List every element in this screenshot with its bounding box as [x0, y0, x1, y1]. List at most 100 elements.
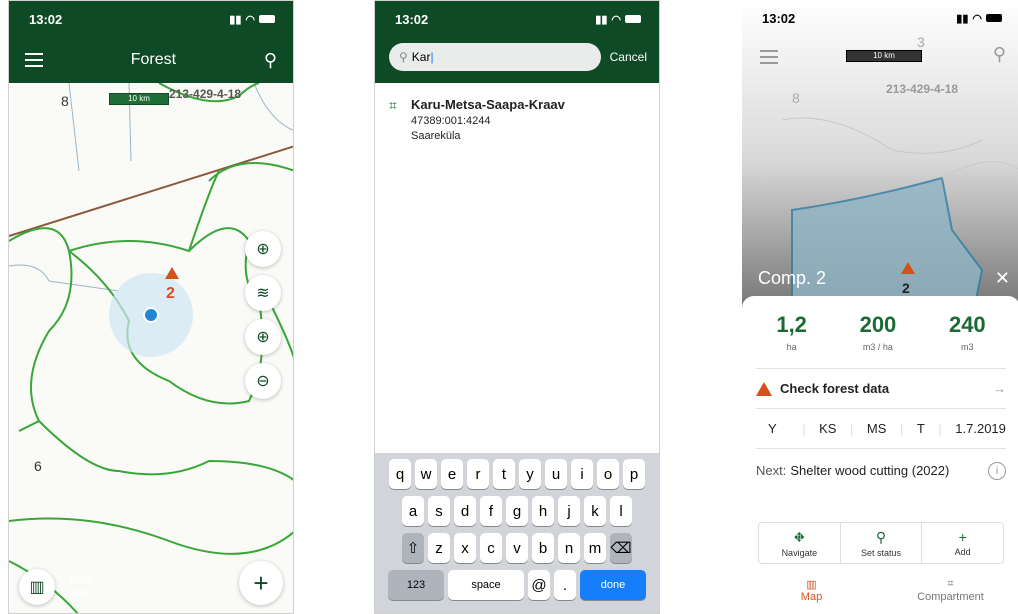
zoom-in-icon: ⊕	[256, 329, 270, 346]
zoom-out-button[interactable]: ⊖	[245, 363, 281, 399]
menu-icon[interactable]	[25, 53, 43, 67]
scale-bar: 10 km	[109, 93, 169, 105]
check-data-row[interactable]: Check forest data →	[756, 368, 1006, 408]
search-input[interactable]: ⚲ Kar |	[389, 43, 601, 71]
map-screen: 13:02 ▮▮ ◠ Forest ⚲ 10 km 8 213-429-4-18 …	[8, 0, 294, 614]
metric-unit: m3 / ha	[862, 342, 893, 352]
status-bar: 13:02 ▮▮ ◠	[375, 1, 659, 37]
key-q[interactable]: q	[389, 459, 411, 489]
metrics: 1,2 ha 200 m3 / ha 240 m3	[742, 296, 1018, 358]
compartment-label: 8	[792, 90, 800, 106]
dot-key[interactable]: .	[554, 570, 576, 600]
set-status-button[interactable]: ⚲ Set status	[841, 523, 923, 563]
compartment-screen: 13:02 ▮▮ ◠ ⚲ 10 km 8 3 213-429-4-18 2 Com…	[742, 0, 1018, 614]
tab-compartment[interactable]: ⌗ Compartment	[881, 570, 1018, 614]
tab-compartment-label: Compartment	[917, 591, 984, 603]
warning-icon	[756, 381, 772, 396]
metric-area: 1,2 ha	[776, 312, 807, 352]
layers-button[interactable]: ≋	[245, 275, 281, 311]
key-m[interactable]: m	[584, 533, 606, 563]
search-result[interactable]: ⌗ Karu-Metsa-Saapa-Kraav 47389:001:4244 …	[389, 97, 649, 142]
basemap-button[interactable]: ▥ Base map	[19, 567, 145, 607]
key-f[interactable]: f	[480, 496, 502, 526]
key-x[interactable]: x	[454, 533, 476, 563]
info-icon[interactable]: i	[988, 461, 1006, 480]
key-i[interactable]: i	[571, 459, 593, 489]
locate-button[interactable]: ⊕	[245, 231, 281, 267]
search-icon[interactable]: ⚲	[264, 50, 277, 71]
done-key[interactable]: done	[580, 570, 646, 600]
key-a[interactable]: a	[402, 496, 424, 526]
signal-icon: ▮▮	[229, 13, 242, 26]
result-code: 47389:001:4244	[411, 115, 491, 127]
key-u[interactable]: u	[545, 459, 567, 489]
key-z[interactable]: z	[428, 533, 450, 563]
compartment-sheet: 1,2 ha 200 m3 / ha 240 m3 Check forest d…	[742, 296, 1018, 614]
status-icons: ▮▮ ◠	[956, 12, 1002, 25]
zoom-in-button[interactable]: ⊕	[245, 319, 281, 355]
attr-date: 1.7.2019	[955, 421, 1006, 436]
compartment-code: 213-429-4-18	[169, 87, 242, 101]
wifi-icon: ◠	[245, 13, 255, 26]
key-o[interactable]: o	[597, 459, 619, 489]
scale-bar: 10 km	[846, 50, 922, 62]
keyboard[interactable]: qwertyuiop asdfghjkl ⇧ zxcvbnm ⌫ 123 spa…	[375, 453, 659, 613]
menu-icon[interactable]	[760, 50, 778, 64]
warning-marker-icon[interactable]	[165, 267, 179, 279]
key-j[interactable]: j	[558, 496, 580, 526]
key-s[interactable]: s	[428, 496, 450, 526]
key-l[interactable]: l	[610, 496, 632, 526]
key-k[interactable]: k	[584, 496, 606, 526]
key-r[interactable]: r	[467, 459, 489, 489]
key-p[interactable]: p	[623, 459, 645, 489]
tab-map-label: Map	[800, 591, 823, 603]
search-screen: 13:02 ▮▮ ◠ ⚲ Kar | Cancel ⌗ Karu-Metsa-Saa…	[374, 0, 660, 614]
key-e[interactable]: e	[441, 459, 463, 489]
key-y[interactable]: y	[519, 459, 541, 489]
status-icons: ▮▮ ◠	[229, 13, 275, 26]
key-v[interactable]: v	[506, 533, 528, 563]
compartment-label: 6	[34, 458, 42, 474]
backspace-key[interactable]: ⌫	[610, 533, 632, 563]
set-status-label: Set status	[860, 548, 902, 558]
numbers-key[interactable]: 123	[388, 570, 444, 600]
compartment-number[interactable]: 2	[166, 285, 175, 303]
basemap-label: Base map	[69, 574, 95, 599]
search-icon[interactable]: ⚲	[993, 44, 1006, 65]
add-button[interactable]: + Add	[922, 523, 1003, 563]
metric-value: 1,2	[776, 312, 807, 337]
navigate-button[interactable]: ⛖ Navigate	[759, 523, 841, 563]
battery-icon	[259, 15, 275, 23]
compartment-icon: ⌗	[947, 578, 954, 590]
zoom-out-icon: ⊖	[256, 373, 270, 390]
add-button[interactable]: +	[239, 561, 283, 605]
tab-map[interactable]: ▥ Map	[742, 570, 881, 614]
wifi-icon: ◠	[611, 13, 621, 26]
key-b[interactable]: b	[532, 533, 554, 563]
key-w[interactable]: w	[415, 459, 437, 489]
next-action-row: Next: Shelter wood cutting (2022) i	[756, 448, 1006, 492]
metric-unit: m3	[961, 342, 974, 352]
compartment-title: Comp. 2	[758, 268, 827, 288]
attr-ks: KS	[819, 421, 837, 436]
close-icon[interactable]: ✕	[995, 268, 1010, 289]
result-title: Karu-Metsa-Saapa-Kraav	[411, 97, 565, 112]
wifi-icon: ◠	[972, 12, 982, 25]
space-key[interactable]: space	[448, 570, 524, 600]
key-c[interactable]: c	[480, 533, 502, 563]
search-icon: ⚲	[399, 50, 408, 64]
key-n[interactable]: n	[558, 533, 580, 563]
metric-volume-per-ha: 200 m3 / ha	[860, 312, 897, 352]
key-g[interactable]: g	[506, 496, 528, 526]
layers-icon: ≋	[256, 285, 270, 302]
status-bar: 13:02 ▮▮ ◠	[9, 1, 293, 37]
battery-icon	[625, 15, 641, 23]
key-h[interactable]: h	[532, 496, 554, 526]
key-d[interactable]: d	[454, 496, 476, 526]
app-bar: Forest ⚲	[9, 37, 293, 83]
at-key[interactable]: @	[528, 570, 550, 600]
key-t[interactable]: t	[493, 459, 515, 489]
shift-key[interactable]: ⇧	[402, 533, 424, 563]
cancel-button[interactable]: Cancel	[610, 50, 647, 64]
battery-icon	[986, 14, 1002, 22]
